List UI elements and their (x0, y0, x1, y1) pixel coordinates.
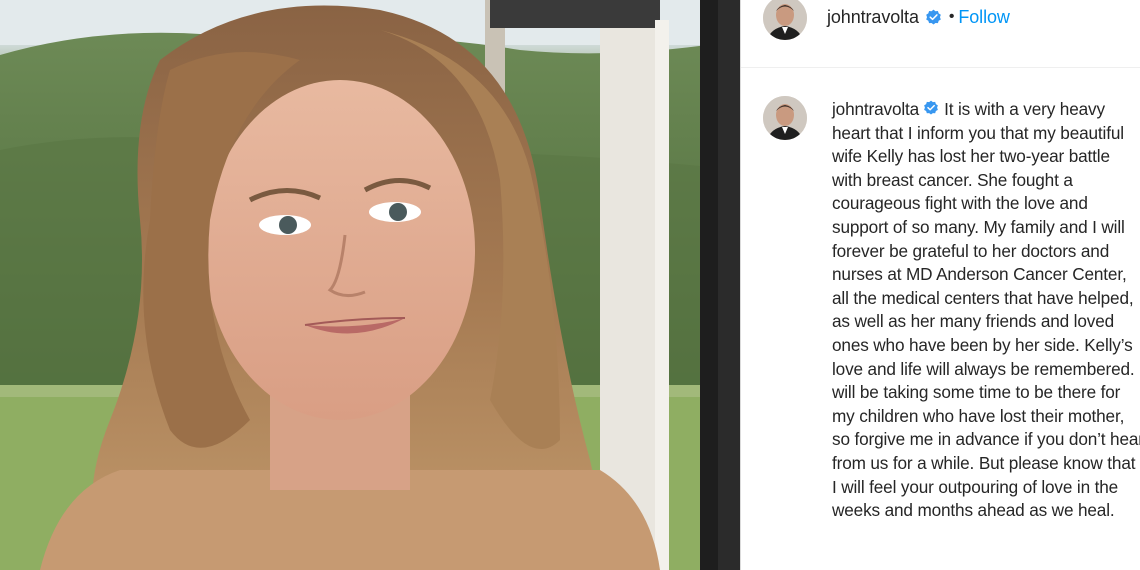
avatar-image (763, 96, 807, 140)
post-side-panel: johntravolta • Follow johntravolta It is… (740, 0, 1140, 570)
username-link[interactable]: johntravolta (827, 7, 919, 28)
caption-text: It is with a very heavy heart that I inf… (832, 99, 1140, 521)
caption-username-link[interactable]: johntravolta (832, 99, 919, 119)
post-author: johntravolta • Follow (827, 6, 1010, 28)
caption-avatar[interactable] (763, 96, 807, 140)
portrait-image (0, 0, 740, 570)
post-header: johntravolta • Follow (741, 0, 1140, 68)
avatar-image (763, 0, 807, 40)
avatar[interactable] (763, 0, 807, 40)
verified-badge-icon (926, 9, 941, 24)
post-photo (0, 0, 740, 570)
post-caption: johntravolta It is with a very heavy hea… (832, 98, 1140, 523)
follow-button[interactable]: Follow (958, 7, 1010, 28)
verified-badge-icon (924, 101, 938, 116)
separator-dot: • (948, 8, 955, 25)
